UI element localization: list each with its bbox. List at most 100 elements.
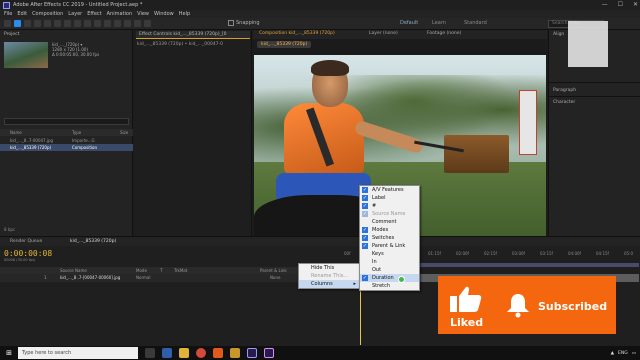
- task-view-icon[interactable]: [145, 348, 155, 358]
- zoom-tool-icon[interactable]: [34, 20, 41, 27]
- menu-item-rename-this[interactable]: Rename This...: [299, 272, 359, 280]
- project-row[interactable]: kid_..._8..7-00047.jpg Importe...G: [0, 137, 133, 144]
- pen-tool-icon[interactable]: [84, 20, 91, 27]
- after-effects-taskbar-icon[interactable]: [247, 348, 257, 358]
- menu-window[interactable]: Window: [154, 11, 174, 17]
- bpc-indicator[interactable]: 8 bpc: [4, 227, 15, 232]
- column-switches[interactable]: ✓ Switches: [360, 234, 419, 242]
- maximize-button[interactable]: ☐: [618, 1, 623, 8]
- composition-breadcrumb[interactable]: kid_..._85339 (720p): [257, 41, 312, 48]
- home-icon[interactable]: [4, 20, 11, 27]
- notification-icon[interactable]: ▭: [632, 351, 636, 356]
- pan-behind-tool-icon[interactable]: [64, 20, 71, 27]
- workspace-default[interactable]: Default: [400, 20, 418, 26]
- tab-timeline-comp[interactable]: kid_..._85339 (720p): [70, 239, 116, 244]
- column-number[interactable]: ✓ #: [360, 202, 419, 210]
- col-name[interactable]: Name: [10, 129, 22, 136]
- rectangle-tool-icon[interactable]: [74, 20, 81, 27]
- project-panel: Project kid_..._(720p) ▾ 1280 x 720 (1.0…: [0, 30, 133, 236]
- premiere-taskbar-icon[interactable]: [264, 348, 274, 358]
- column-parent-link[interactable]: ✓ Parent & Link: [360, 242, 419, 250]
- rotate-tool-icon[interactable]: [44, 20, 51, 27]
- column-modes[interactable]: ✓ Modes: [360, 226, 419, 234]
- column-duration[interactable]: ✓ Duration: [360, 274, 419, 282]
- ruler-tick: 05:0: [624, 251, 633, 256]
- menu-item-hide-this[interactable]: Hide This: [299, 264, 359, 272]
- col-source-name[interactable]: Source Name: [60, 267, 87, 274]
- project-item-info: kid_..._(720p) ▾ 1280 x 720 (1.00) Δ 0:0…: [52, 42, 99, 57]
- paragraph-panel-tab[interactable]: Paragraph: [553, 88, 576, 93]
- brush-tool-icon[interactable]: [104, 20, 111, 27]
- col-mode[interactable]: Mode: [136, 267, 147, 274]
- menu-animation[interactable]: Animation: [107, 11, 133, 17]
- project-search-input[interactable]: [4, 118, 129, 125]
- clone-stamp-tool-icon[interactable]: [114, 20, 121, 27]
- column-stretch[interactable]: Stretch: [360, 282, 419, 290]
- column-label: Source Name: [372, 211, 406, 217]
- column-in[interactable]: In: [360, 258, 419, 266]
- col-size[interactable]: Size: [120, 129, 128, 136]
- selection-tool-icon[interactable]: [14, 20, 21, 27]
- network-icon[interactable]: ▲: [611, 351, 614, 356]
- puppet-tool-icon[interactable]: [144, 20, 151, 27]
- file-explorer-icon[interactable]: [179, 348, 189, 358]
- edge-icon[interactable]: [162, 348, 172, 358]
- layer-mode[interactable]: Normal: [136, 274, 150, 282]
- column-source-name[interactable]: ✓ Source Name: [360, 210, 419, 218]
- roto-brush-tool-icon[interactable]: [134, 20, 141, 27]
- workspace-learn[interactable]: Learn: [432, 20, 446, 26]
- taskbar-search-input[interactable]: Type here to search: [18, 347, 138, 359]
- tab-render-queue[interactable]: Render Queue: [10, 239, 42, 244]
- col-parent[interactable]: Parent & Link: [260, 267, 287, 274]
- windows-start-icon[interactable]: ⊞: [0, 346, 18, 360]
- align-panel-tab[interactable]: Align: [553, 32, 564, 37]
- layer-parent[interactable]: None: [270, 274, 280, 282]
- project-thumbnail: [4, 42, 48, 68]
- col-trkmat[interactable]: TrkMat: [174, 267, 187, 274]
- scene-sign: [519, 90, 537, 155]
- column-comment[interactable]: Comment: [360, 218, 419, 226]
- effect-controls-subtitle: kid_..._85339 (720p) • kid_..._00047-0: [137, 42, 224, 47]
- folder-icon[interactable]: [230, 348, 240, 358]
- checkmark-icon: ✓: [362, 195, 368, 201]
- snapping-toggle[interactable]: Snapping: [228, 20, 260, 26]
- column-av-features[interactable]: ✓ A/V Features: [360, 186, 419, 194]
- column-keys[interactable]: Keys: [360, 250, 419, 258]
- close-button[interactable]: ✕: [633, 1, 638, 8]
- checkmark-icon: ✓: [362, 227, 368, 233]
- timeline-layer-row[interactable]: 1 kid_..._8..7-[00047-00060].jpg Normal …: [0, 274, 340, 282]
- menu-item-columns[interactable]: Columns ▸: [299, 280, 359, 288]
- menu-help[interactable]: Help: [179, 11, 190, 17]
- hand-tool-icon[interactable]: [24, 20, 31, 27]
- tab-footage[interactable]: Footage (none): [427, 31, 461, 36]
- col-type[interactable]: Type: [72, 129, 81, 136]
- tab-layer[interactable]: Layer (none): [369, 31, 398, 36]
- menu-file[interactable]: File: [4, 11, 12, 17]
- camera-tool-icon[interactable]: [54, 20, 61, 27]
- language-indicator[interactable]: ENG: [618, 351, 628, 356]
- type-tool-icon[interactable]: [94, 20, 101, 27]
- tools-panel: Snapping Default Learn Standard Search H…: [0, 18, 640, 30]
- office-icon[interactable]: [213, 348, 223, 358]
- current-timecode[interactable]: 0:00:00:08: [4, 249, 52, 258]
- minimize-button[interactable]: —: [602, 1, 608, 8]
- chrome-icon[interactable]: [196, 348, 206, 358]
- project-row[interactable]: kid_..._85339 (720p) Composition: [0, 144, 133, 151]
- snapping-checkbox[interactable]: [228, 20, 234, 26]
- effect-controls-tab[interactable]: Effect Controls kid_..._85339 (720p)_[0: [136, 31, 250, 39]
- column-label: In: [372, 259, 377, 265]
- menu-effect[interactable]: Effect: [87, 11, 101, 17]
- col-t[interactable]: T: [160, 267, 162, 274]
- column-out[interactable]: Out: [360, 266, 419, 274]
- workspace-standard[interactable]: Standard: [464, 20, 487, 26]
- eraser-tool-icon[interactable]: [124, 20, 131, 27]
- tab-composition[interactable]: Composition kid_..._85339 (720p): [259, 31, 335, 36]
- menu-layer[interactable]: Layer: [68, 11, 82, 17]
- menu-composition[interactable]: Composition: [32, 11, 63, 17]
- menu-view[interactable]: View: [137, 11, 149, 17]
- layer-name[interactable]: kid_..._8..7-[00047-00060].jpg: [60, 274, 120, 282]
- project-tab[interactable]: Project: [4, 31, 19, 39]
- column-label-toggle[interactable]: ✓ Label: [360, 194, 419, 202]
- menu-edit[interactable]: Edit: [17, 11, 27, 17]
- character-panel-tab[interactable]: Character: [553, 100, 575, 105]
